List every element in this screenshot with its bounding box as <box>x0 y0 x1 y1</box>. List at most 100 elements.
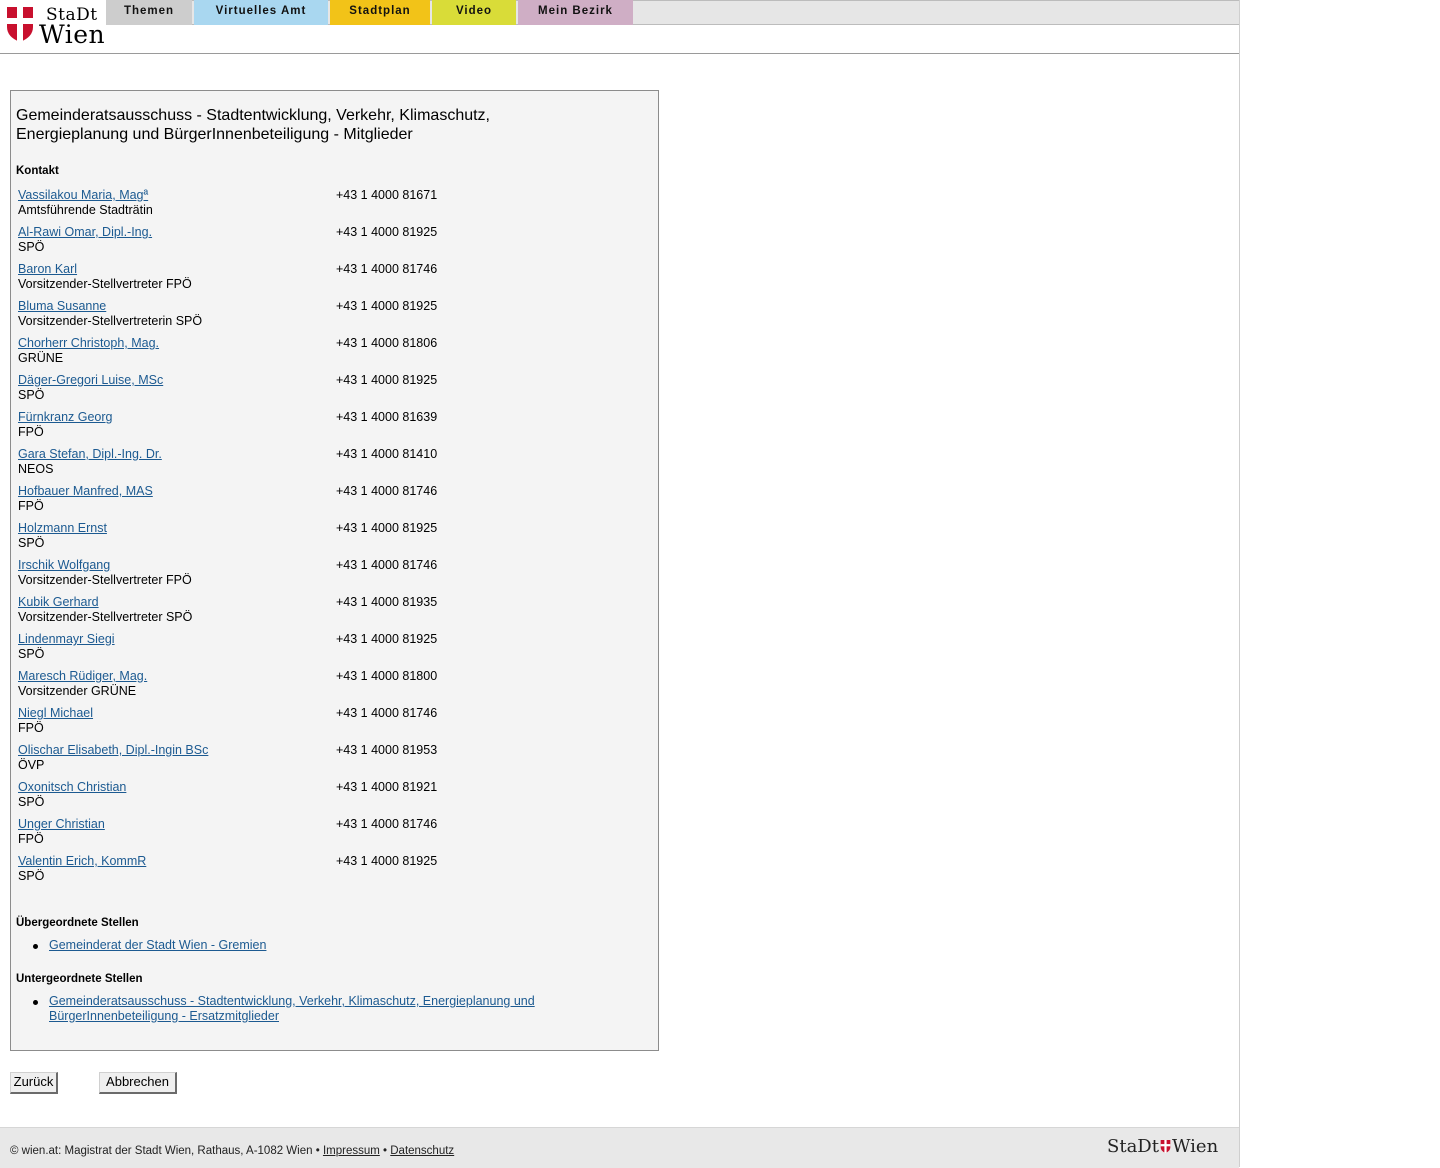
contact-row: Lindenmayr Siegi SPÖ +43 1 4000 81925 <box>18 632 638 669</box>
parent-units-list: Gemeinderat der Stadt Wien - Gremien <box>33 938 609 953</box>
contact-row: Hofbauer Manfred, MAS FPÖ +43 1 4000 81746 <box>18 484 638 521</box>
contact-row: Fürnkranz Georg FPÖ +43 1 4000 81639 <box>18 410 638 447</box>
tab-mein-bezirk[interactable]: Mein Bezirk <box>518 0 633 25</box>
contact-row: Olischar Elisabeth, Dipl.-Ingin BSc ÖVP +4… <box>18 743 638 780</box>
contact-phone: +43 1 4000 81953 <box>336 743 438 757</box>
tab-stadtplan[interactable]: Stadtplan <box>330 0 430 25</box>
contact-role: SPÖ <box>18 240 45 254</box>
contact-role: GRÜNE <box>18 351 64 365</box>
contact-row: Däger-Gregori Luise, MSc SPÖ +43 1 4000 81… <box>18 373 638 410</box>
contact-phone: +43 1 4000 81925 <box>336 299 438 313</box>
contact-phone: +43 1 4000 81746 <box>336 817 438 831</box>
contact-role: Vorsitzender-Stellvertreter SPÖ <box>18 610 193 624</box>
contact-name-link[interactable]: Unger Christian <box>18 817 105 831</box>
contact-row: Holzmann Ernst SPÖ +43 1 4000 81925 <box>18 521 638 558</box>
contact-phone: +43 1 4000 81746 <box>336 484 438 498</box>
contact-row: Valentin Erich, KommR SPÖ +43 1 4000 81925 <box>18 854 638 891</box>
contact-role: FPÖ <box>18 721 44 735</box>
footer-stadt-wien-logo[interactable]: StaDt Wien <box>1107 1136 1218 1157</box>
contact-name-link[interactable]: Gara Stefan, Dipl.-Ing. Dr. <box>18 447 162 461</box>
footer: © wien.at: Magistrat der Stadt Wien, Rat… <box>0 1127 1239 1168</box>
cancel-button[interactable]: Abbrechen <box>99 1072 177 1094</box>
child-unit-link[interactable]: Gemeinderatsausschuss - Stadtentwicklung… <box>49 994 535 1023</box>
parent-unit-link[interactable]: Gemeinderat der Stadt Wien - Gremien <box>49 938 266 952</box>
contact-phone: +43 1 4000 81746 <box>336 262 438 276</box>
contact-row: Oxonitsch Christian SPÖ +43 1 4000 81921 <box>18 780 638 817</box>
contact-name-link[interactable]: Niegl Michael <box>18 706 93 720</box>
contact-name-link[interactable]: Olischar Elisabeth, Dipl.-Ingin BSc <box>18 743 208 757</box>
footer-separator: • <box>383 1145 388 1157</box>
contact-role: Vorsitzender-Stellvertreter FPÖ <box>18 573 192 587</box>
contact-row: Gara Stefan, Dipl.-Ing. Dr. NEOS +43 1 400… <box>18 447 638 484</box>
contact-row: Maresch Rüdiger, Mag. Vorsitzender GRÜNE +… <box>18 669 638 706</box>
contact-name-link[interactable]: Chorherr Christoph, Mag. <box>18 336 159 350</box>
contact-name-link[interactable]: Valentin Erich, KommR <box>18 854 146 868</box>
stadt-wien-logo[interactable]: StaDt Wien <box>6 4 106 49</box>
tab-themen[interactable]: Themen <box>106 0 192 25</box>
contact-role: SPÖ <box>18 869 45 883</box>
bullet-icon <box>33 944 38 949</box>
contact-role: Vorsitzender-Stellvertreter FPÖ <box>18 277 192 291</box>
contact-name-link[interactable]: Bluma Susanne <box>18 299 106 313</box>
wien-shield-icon <box>1160 1140 1171 1153</box>
footer-logo-wien: Wien <box>1171 1136 1219 1157</box>
contact-row: Chorherr Christoph, Mag. GRÜNE +43 1 4000 … <box>18 336 638 373</box>
contact-phone: +43 1 4000 81806 <box>336 336 438 350</box>
committee-members-panel: Gemeinderatsausschuss - Stadtentwicklung… <box>10 90 659 1051</box>
contact-role: FPÖ <box>18 425 44 439</box>
contact-name-link[interactable]: Baron Karl <box>18 262 77 276</box>
contact-role: SPÖ <box>18 795 45 809</box>
contact-name-link[interactable]: Fürnkranz Georg <box>18 410 112 424</box>
contact-row: Baron Karl Vorsitzender-Stellvertreter FP… <box>18 262 638 299</box>
back-button[interactable]: Zurück <box>10 1072 58 1094</box>
contact-row: Irschik Wolfgang Vorsitzender-Stellvertre… <box>18 558 638 595</box>
contact-phone: +43 1 4000 81925 <box>336 632 438 646</box>
contact-phone: +43 1 4000 81925 <box>336 225 438 239</box>
contact-role: SPÖ <box>18 647 45 661</box>
contact-role: FPÖ <box>18 499 44 513</box>
contact-name-link[interactable]: Maresch Rüdiger, Mag. <box>18 669 147 683</box>
contact-name-link[interactable]: Hofbauer Manfred, MAS <box>18 484 153 498</box>
header: StaDt Wien Themen Virtuelles Amt Stadtpl… <box>0 0 1239 54</box>
contact-phone: +43 1 4000 81639 <box>336 410 438 424</box>
contact-row: Niegl Michael FPÖ +43 1 4000 81746 <box>18 706 638 743</box>
tab-video[interactable]: Video <box>432 0 516 25</box>
contact-phone: +43 1 4000 81925 <box>336 854 438 868</box>
logo-wien-text: Wien <box>39 20 106 49</box>
contact-role: NEOS <box>18 462 54 476</box>
contact-name-link[interactable]: Kubik Gerhard <box>18 595 99 609</box>
contact-role: Amtsführende Stadträtin <box>18 203 153 217</box>
contact-name-link[interactable]: Oxonitsch Christian <box>18 780 126 794</box>
contact-role: ÖVP <box>18 758 45 772</box>
contact-name-link[interactable]: Irschik Wolfgang <box>18 558 110 572</box>
contact-phone: +43 1 4000 81925 <box>336 521 438 535</box>
page: StaDt Wien Themen Virtuelles Amt Stadtpl… <box>0 0 1240 1168</box>
child-units-list: Gemeinderatsausschuss - Stadtentwicklung… <box>33 994 569 1024</box>
contact-name-link[interactable]: Vassilakou Maria, Magª <box>18 188 148 202</box>
child-units-heading: Untergeordnete Stellen <box>16 973 143 985</box>
contact-phone: +43 1 4000 81800 <box>336 669 438 683</box>
tab-virtuelles-amt[interactable]: Virtuelles Amt <box>194 0 328 25</box>
page-title: Gemeinderatsausschuss - Stadtentwicklung… <box>16 107 490 143</box>
contact-role: SPÖ <box>18 536 45 550</box>
contact-phone: +43 1 4000 81935 <box>336 595 438 609</box>
contact-name-link[interactable]: Däger-Gregori Luise, MSc <box>18 373 163 387</box>
contact-phone: +43 1 4000 81671 <box>336 188 438 202</box>
contact-name-link[interactable]: Al-Rawi Omar, Dipl.-Ing. <box>18 225 152 239</box>
contact-phone: +43 1 4000 81925 <box>336 373 438 387</box>
contact-phone: +43 1 4000 81746 <box>336 558 438 572</box>
contact-row: Kubik Gerhard Vorsitzender-Stellvertreter… <box>18 595 638 632</box>
contact-name-link[interactable]: Lindenmayr Siegi <box>18 632 115 646</box>
footer-text: © wien.at: Magistrat der Stadt Wien, Rat… <box>10 1145 454 1157</box>
contacts-heading: Kontakt <box>16 165 59 177</box>
datenschutz-link[interactable]: Datenschutz <box>390 1145 454 1157</box>
contact-phone: +43 1 4000 81746 <box>336 706 438 720</box>
footer-logo-stadt: StaDt <box>1107 1136 1159 1157</box>
contact-row: Vassilakou Maria, Magª Amtsführende Stadt… <box>18 188 638 225</box>
impressum-link[interactable]: Impressum <box>323 1145 380 1157</box>
wien-shield-icon <box>7 7 33 42</box>
contact-phone: +43 1 4000 81410 <box>336 447 438 461</box>
contact-name-link[interactable]: Holzmann Ernst <box>18 521 107 535</box>
contact-row: Al-Rawi Omar, Dipl.-Ing. SPÖ +43 1 4000 81… <box>18 225 638 262</box>
contact-role: FPÖ <box>18 832 44 846</box>
